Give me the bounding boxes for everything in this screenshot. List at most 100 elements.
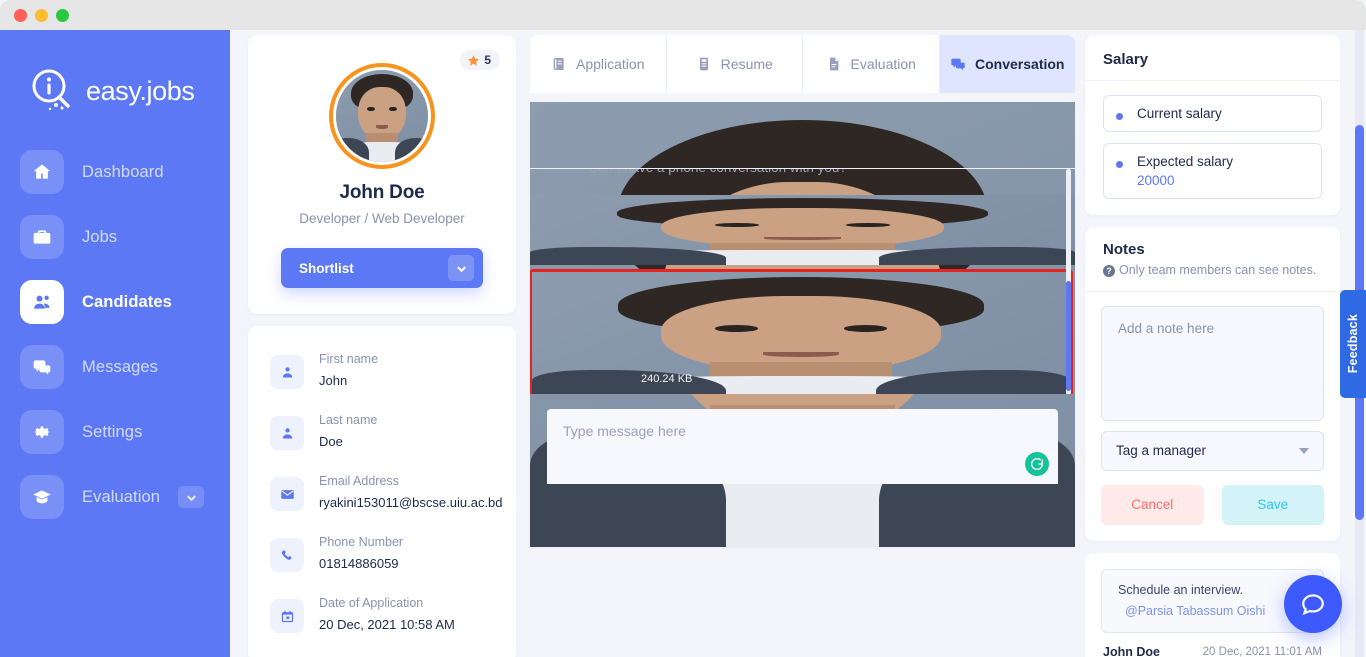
conversation-column: Application Resume Evaluation Conversati…	[530, 35, 1075, 547]
sidebar-item-jobs[interactable]: Jobs	[0, 213, 230, 261]
conversation-panel: John Doe Developer / Web Developer | Sho…	[530, 102, 1075, 547]
detail-value: ryakini153011@bscse.uiu.ac.bd	[319, 495, 503, 510]
feedback-tab[interactable]: Feedback	[1340, 290, 1366, 398]
detail-row: First name John	[270, 340, 494, 401]
window-titlebar	[0, 0, 1366, 30]
message-text: Can I have a phone conversation with you…	[588, 169, 1049, 175]
sidebar-item-settings[interactable]: Settings	[0, 408, 230, 456]
home-icon	[20, 150, 64, 194]
file-icon	[829, 57, 838, 71]
tag-manager-select[interactable]: Tag a manager	[1101, 430, 1324, 471]
message-input-placeholder: Type message here	[563, 423, 686, 439]
window-minimize-button[interactable]	[35, 8, 48, 22]
note-textarea-placeholder: Add a note here	[1118, 320, 1215, 336]
envelope-icon	[270, 477, 304, 511]
sidebar-item-dashboard[interactable]: Dashboard	[0, 148, 230, 196]
detail-row: Phone Number 01814886059	[270, 523, 494, 584]
graduation-cap-icon	[20, 475, 64, 519]
chat-icon	[20, 345, 64, 389]
note-author: John Doe	[1103, 644, 1160, 657]
tab-application[interactable]: Application	[530, 35, 667, 93]
tab-conversation[interactable]: Conversation	[939, 35, 1075, 93]
message-item: Can I have a phone conversation with you…	[530, 169, 1075, 195]
status-dropdown-button[interactable]: Shortlist	[281, 248, 483, 288]
help-icon: ?	[1103, 265, 1115, 277]
support-chat-widget-button[interactable]	[1284, 575, 1342, 633]
sidebar-item-label: Messages	[82, 357, 159, 376]
app-window: easy.jobs Dashboard Jobs Candidates Mess…	[0, 0, 1366, 657]
candidate-role: Developer / Web Developer	[299, 211, 465, 226]
rating-value: 5	[484, 53, 491, 67]
window-maximize-button[interactable]	[56, 8, 69, 22]
tab-label: Evaluation	[850, 56, 916, 72]
sidebar-item-messages[interactable]: Messages	[0, 343, 230, 391]
detail-row: Date of Application 20 Dec, 2021 10:58 A…	[270, 584, 494, 645]
tab-label: Resume	[720, 56, 773, 72]
note-date: 20 Dec, 2021 11:01 AM	[1202, 645, 1322, 657]
chevron-down-icon[interactable]	[178, 486, 204, 508]
main-content: 5 John Doe Developer / Web Developer Sho…	[230, 30, 1366, 657]
status-dropdown-label: Shortlist	[299, 260, 354, 276]
save-button[interactable]: Save	[1221, 484, 1324, 525]
message-list-scrollbar-thumb[interactable]	[1066, 281, 1071, 391]
salary-value: 20000	[1137, 173, 1175, 188]
attachment-filesize: 240.24 KB	[641, 372, 693, 385]
detail-label: First name	[319, 352, 379, 366]
detail-label: Date of Application	[319, 596, 424, 610]
message-item: John Doe (Administrator) 31 Oct, 2022, 0…	[530, 195, 1075, 265]
chevron-down-icon	[1299, 447, 1309, 454]
message-input[interactable]: Type message here	[547, 409, 1058, 484]
detail-value: 01814886059	[319, 556, 399, 571]
avatar	[530, 195, 1075, 265]
detail-label: Last name	[319, 413, 378, 427]
brand-logo-area[interactable]: easy.jobs	[0, 52, 230, 122]
star-icon	[468, 54, 480, 66]
salary-card: Salary Current salary Expected salary 20…	[1085, 35, 1340, 215]
chat-bubbles-icon	[951, 58, 965, 71]
tab-label: Application	[576, 56, 645, 72]
detail-label: Email Address	[319, 474, 399, 488]
bullet-icon	[1116, 161, 1123, 168]
sidebar-item-candidates[interactable]: Candidates	[0, 278, 230, 326]
window-close-button[interactable]	[14, 8, 27, 22]
rating-badge: 5	[460, 50, 500, 70]
detail-row: Email Address ryakini153011@bscse.uiu.ac…	[270, 462, 503, 523]
tab-bar: Application Resume Evaluation Conversati…	[530, 35, 1075, 93]
resume-icon	[699, 57, 708, 71]
cancel-button[interactable]: Cancel	[1101, 484, 1204, 525]
chevron-down-icon[interactable]	[448, 255, 474, 281]
detail-value: 20 Dec, 2021 10:58 AM	[319, 617, 455, 632]
brand-name: easy.jobs	[86, 75, 195, 106]
sidebar-item-evaluation[interactable]: Evaluation	[0, 473, 230, 521]
sidebar-item-label: Dashboard	[82, 162, 164, 181]
salary-label: Current salary	[1137, 106, 1222, 121]
notes-title: Notes	[1103, 241, 1145, 258]
salary-title: Salary	[1085, 35, 1340, 81]
sidebar-item-label: Jobs	[82, 227, 118, 246]
grammarly-icon[interactable]	[1025, 452, 1049, 476]
detail-label: Phone Number	[319, 535, 404, 549]
detail-value: John	[319, 373, 348, 388]
tab-resume[interactable]: Resume	[667, 35, 803, 93]
note-mention: @Parsia Tabassum Oishi	[1125, 603, 1266, 618]
message-list[interactable]: Can I have a phone conversation with you…	[530, 168, 1075, 394]
candidate-details-card: First name John Last name Doe Email Addr…	[248, 326, 516, 657]
calendar-icon	[270, 599, 304, 633]
avatar	[532, 272, 1070, 394]
sidebar-item-label: Evaluation	[82, 487, 161, 506]
user-icon	[270, 355, 304, 389]
notes-card: Notes ? Only team members can see notes.…	[1085, 227, 1340, 541]
detail-value: Doe	[319, 434, 343, 449]
sidebar-item-label: Candidates	[82, 292, 172, 311]
sidebar-nav: Dashboard Jobs Candidates Messages Setti…	[0, 148, 230, 521]
current-salary-item: Current salary	[1103, 95, 1322, 132]
notes-hint-text: Only team members can see notes.	[1119, 263, 1317, 277]
tab-evaluation[interactable]: Evaluation	[803, 35, 940, 93]
note-text: Schedule an interview.	[1118, 582, 1244, 597]
sidebar-item-label: Settings	[82, 422, 143, 441]
easyjobs-logo-icon	[28, 66, 78, 116]
message-item-highlighted: John Doe (Administrator) 09 Nov, 2022, 0…	[530, 269, 1073, 394]
note-textarea[interactable]: Add a note here	[1101, 305, 1324, 421]
conversation-header: John Doe Developer / Web Developer | Sho…	[530, 102, 1075, 547]
sidebar: easy.jobs Dashboard Jobs Candidates Mess…	[0, 30, 230, 657]
